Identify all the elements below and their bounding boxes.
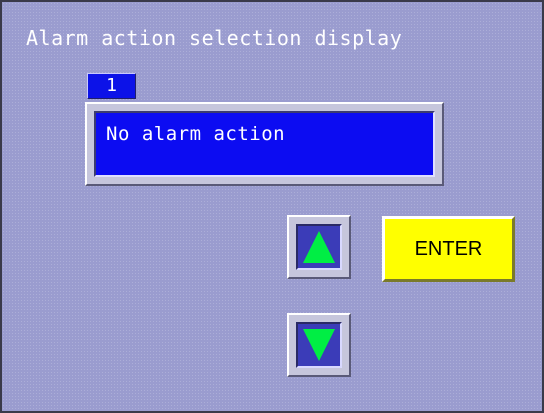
selection-display: No alarm action — [94, 111, 435, 177]
scroll-down-button-face[interactable] — [296, 322, 342, 368]
arrow-down-icon — [303, 329, 335, 361]
enter-button[interactable]: ENTER — [382, 216, 515, 282]
alarm-action-screen: Alarm action selection display 1 No alar… — [0, 0, 544, 413]
scroll-up-button-face[interactable] — [296, 224, 342, 270]
arrow-up-icon — [303, 231, 335, 263]
page-title: Alarm action selection display — [26, 26, 403, 50]
scroll-down-button[interactable] — [287, 313, 351, 377]
selection-index-badge: 1 — [87, 73, 136, 99]
selection-display-frame: No alarm action — [85, 102, 444, 186]
scroll-up-button[interactable] — [287, 215, 351, 279]
